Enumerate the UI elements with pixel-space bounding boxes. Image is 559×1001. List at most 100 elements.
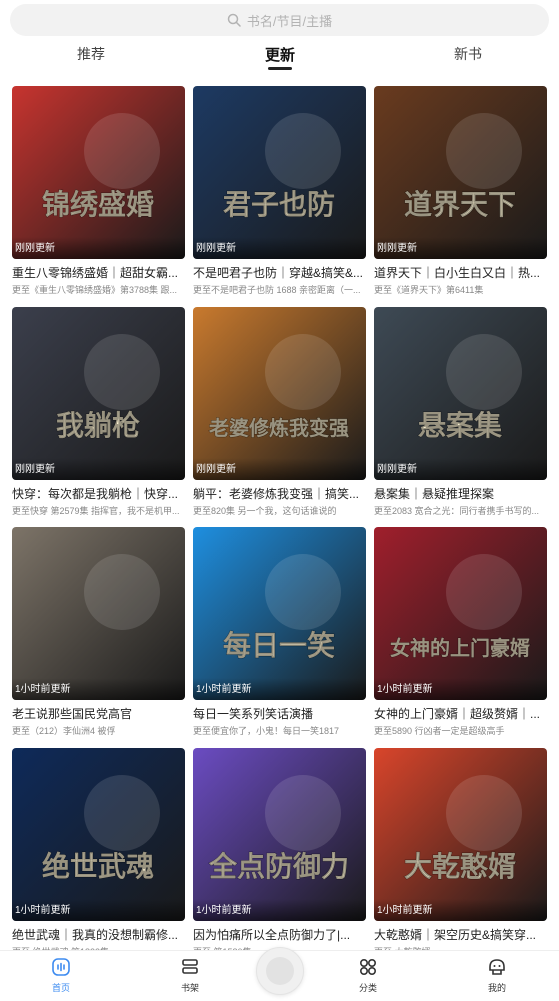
book-cover[interactable]: 道界天下 刚刚更新 [374,86,547,259]
cover-title-text: 君子也防 [223,188,335,221]
book-title[interactable]: 绝世武魂｜我真的没想制霸修... [12,927,185,943]
search-icon [227,13,241,27]
cover-title-text: 悬案集 [418,409,502,442]
category-icon [359,958,377,976]
cover-art: 全点防御力 [193,748,366,921]
cover-art: 君子也防 [193,86,366,259]
bottom-nav: 首页 书架 分类 我的 [0,947,559,1001]
book-title[interactable]: 快穿：每次都是我躺枪｜快穿... [12,486,185,502]
book-latest-episode: 更至（212）李仙洲4 被俘 [12,726,116,736]
cover-title-text: 女神的上门豪婿 [390,636,530,660]
update-badge: 刚刚更新 [12,458,185,480]
cover-title-text: 道界天下 [404,188,516,221]
book-card[interactable]: 全点防御力1小时前更新因为怕痛所以全点防御力了|...更至 第1580集 ... [193,748,366,958]
home-icon [52,958,70,976]
active-tab-indicator [268,67,292,70]
cover-art: 绝世武魂 [12,748,185,921]
book-title[interactable]: 因为怕痛所以全点防御力了|... [193,927,366,943]
book-card[interactable]: 每日一笑 1小时前更新每日一笑系列笑话演播更至便宜你了，小鬼！每日一笑1817 [193,527,366,737]
search-bar[interactable]: 书名/节目/主播 [10,4,549,36]
update-badge: 刚刚更新 [374,237,547,259]
book-title[interactable]: 女神的上门豪婿｜超级赘婿｜... [374,706,547,722]
cover-art: 锦绣盛婚 [12,86,185,259]
book-card[interactable]: 老婆修炼我变强 刚刚更新躺平：老婆修炼我变强｜搞笑... 更至820集 另一个我，这… [193,307,366,517]
profile-icon [489,959,505,975]
book-cover[interactable]: 悬案集 刚刚更新 [374,307,547,480]
cover-art: 老婆修炼我变强 [193,307,366,480]
book-cover[interactable]: 君子也防 刚刚更新 [193,86,366,259]
book-cover[interactable]: 我躺枪 刚刚更新 [12,307,185,480]
nav-bookshelf-label: 书架 [180,983,199,993]
book-card[interactable]: 道界天下刚刚更新道界天下｜白小生白又白｜热... 更至《道界天下》第6411集 [374,86,547,296]
cover-title-text: 锦绣盛婚 [42,188,154,221]
cover-title-text: 全点防御力 [208,850,349,883]
book-title[interactable]: 悬案集｜悬疑推理探案 [374,486,547,502]
bookshelf-icon [182,959,198,974]
update-badge: 1小时前更新 [374,899,547,921]
book-card[interactable]: 悬案集刚刚更新悬案集｜悬疑推理探案更至2083 宽合之光：同行者携手书写的... [374,307,547,517]
cover-art: 我躺枪 [12,307,185,480]
tab-new-books[interactable]: 新书 [428,44,508,64]
nav-profile-label: 我的 [487,983,506,993]
book-title[interactable]: 大乾憨婿｜架空历史&搞笑穿... [374,927,547,943]
tab-bar: 推荐 更新 新书 [0,44,559,70]
update-badge: 1小时前更新 [193,678,366,700]
cover-title-text: 大乾憨婿 [404,850,516,883]
book-cover[interactable]: 大乾憨婿 1小时前更新 [374,748,547,921]
update-badge: 刚刚更新 [193,237,366,259]
tab-updates-label: 更新 [264,47,295,64]
book-latest-episode: 更至2083 宽合之光：同行者携手书写的... [374,506,540,516]
book-cover[interactable]: 老婆修炼我变强 刚刚更新 [193,307,366,480]
cover-art [12,527,185,700]
cover-title-text: 我躺枪 [56,409,140,442]
book-cover[interactable]: 女神的上门豪婿 1小时前更新 [374,527,547,700]
book-card[interactable]: 大乾憨婿1小时前更新大乾憨婿｜架空历史&搞笑穿...更至 大乾憨婿 ... [374,748,547,958]
book-title[interactable]: 不是吧君子也防｜穿越&搞笑&... [193,265,366,281]
book-card[interactable]: 绝世武魂1小时前更新绝世武魂｜我真的没想制霸修...更至 绝世武魂 第1822集… [12,748,185,958]
book-latest-episode: 更至820集 另一个我，这句话谁说的 [193,506,337,516]
cover-title-text: 绝世武魂 [42,850,154,883]
cover-art: 悬案集 [374,307,547,480]
player-disc-icon [266,957,294,985]
book-cover[interactable]: 每日一笑 1小时前更新 [193,527,366,700]
book-title[interactable]: 老王说那些国民党高官 [12,706,185,722]
nav-bookshelf[interactable]: 书架 [160,957,220,994]
update-badge: 1小时前更新 [12,899,185,921]
book-card[interactable]: 锦绣盛婚刚刚更新重生八零锦绣盛婚｜超甜女霸... 更至《重生八零锦绣盛婚》第378… [12,86,185,296]
book-latest-episode: 更至《重生八零锦绣盛婚》第3788集 跟... [12,285,178,295]
cover-art: 大乾憨婿 [374,748,547,921]
book-card[interactable]: 1小时前更新老王说那些国民党高官更至（212）李仙洲4 被俘 [12,527,185,737]
book-cover[interactable]: 全点防御力 1小时前更新 [193,748,366,921]
update-badge: 1小时前更新 [193,899,366,921]
cover-art: 每日一笑 [193,527,366,700]
book-title[interactable]: 每日一笑系列笑话演播 [193,706,366,722]
update-badge: 刚刚更新 [12,237,185,259]
book-latest-episode: 更至5890 行凶者一定是超级高手 [374,726,505,736]
book-latest-episode: 更至不是吧君子也防 1688 亲密距离（一... [193,285,361,295]
nav-home[interactable]: 首页 [31,957,91,994]
book-latest-episode: 更至《道界天下》第6411集 [374,285,484,295]
tab-recommend[interactable]: 推荐 [51,44,131,64]
tab-updates[interactable]: 更新 [240,44,320,70]
nav-profile[interactable]: 我的 [467,957,527,994]
book-cover[interactable]: 1小时前更新 [12,527,185,700]
book-title[interactable]: 重生八零锦绣盛婚｜超甜女霸... [12,265,185,281]
book-cover[interactable]: 绝世武魂 1小时前更新 [12,748,185,921]
update-badge: 1小时前更新 [12,678,185,700]
book-card[interactable]: 我躺枪刚刚更新快穿：每次都是我躺枪｜快穿... 更至快穿 第2579集 指挥官，我… [12,307,185,517]
nav-category[interactable]: 分类 [338,957,398,994]
book-title[interactable]: 躺平：老婆修炼我变强｜搞笑... [193,486,366,502]
book-cover[interactable]: 锦绣盛婚 刚刚更新 [12,86,185,259]
book-latest-episode: 更至便宜你了，小鬼！每日一笑1817 [193,726,340,736]
update-badge: 刚刚更新 [374,458,547,480]
book-title[interactable]: 道界天下｜白小生白又白｜热... [374,265,547,281]
cover-title-text: 老婆修炼我变强 [209,416,349,440]
book-card[interactable]: 君子也防刚刚更新不是吧君子也防｜穿越&搞笑&... 更至不是吧君子也防 1688 … [193,86,366,296]
nav-home-label: 首页 [51,983,70,993]
search-placeholder: 书名/节目/主播 [246,13,333,29]
player-button[interactable] [256,947,304,995]
nav-category-label: 分类 [358,983,377,993]
book-card[interactable]: 女神的上门豪婿 1小时前更新女神的上门豪婿｜超级赘婿｜... 更至5890 行凶者一… [374,527,547,737]
update-badge: 刚刚更新 [193,458,366,480]
book-latest-episode: 更至快穿 第2579集 指挥官，我不是机甲... [12,506,180,516]
